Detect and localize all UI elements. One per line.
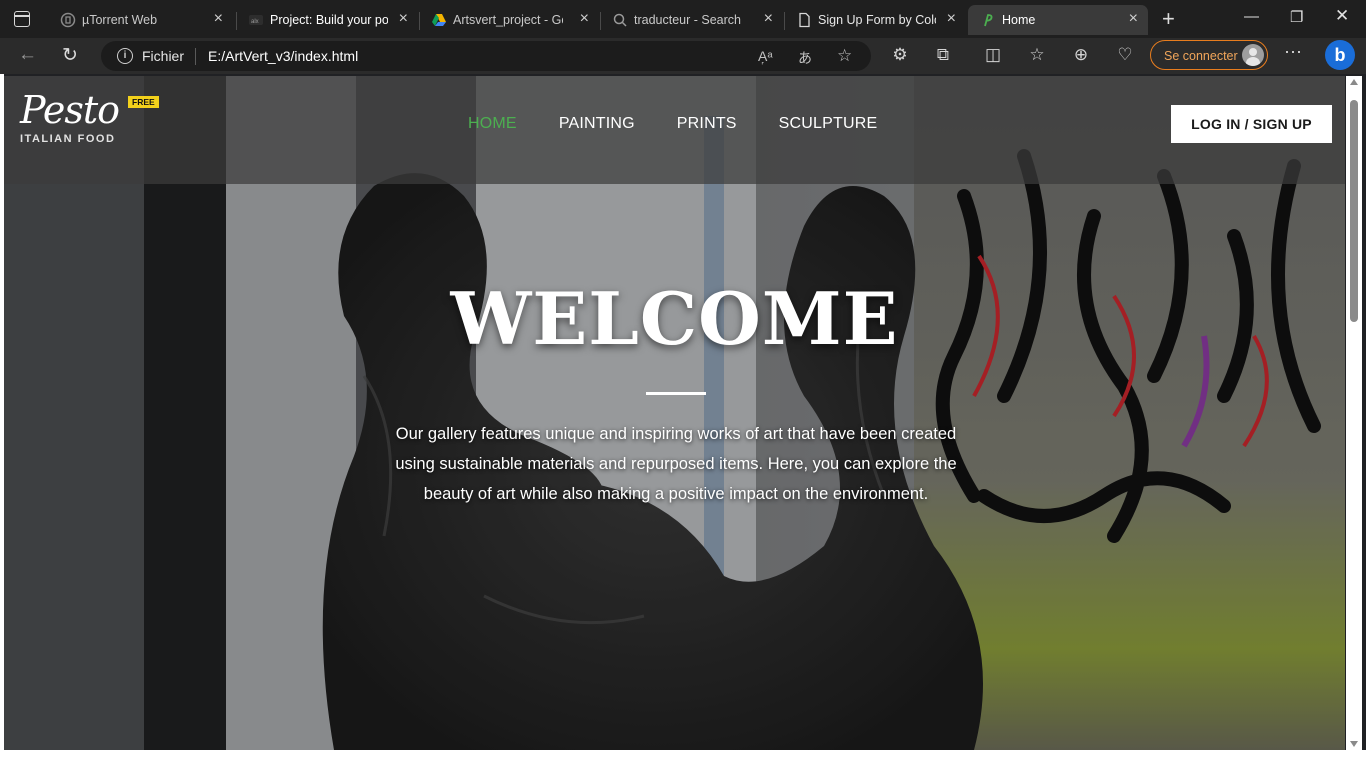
close-tab-icon[interactable]: × xyxy=(947,10,956,28)
url-text[interactable]: E:/ArtVert_v3/index.html xyxy=(208,48,358,64)
scrollbar-thumb[interactable] xyxy=(1350,100,1358,322)
window-bottom-edge xyxy=(0,750,1366,768)
hero-title: WELCOME xyxy=(450,276,899,361)
sign-in-button[interactable]: Se connecter xyxy=(1150,40,1268,70)
more-options-icon[interactable]: ⋯ xyxy=(1282,42,1304,63)
translate-icon[interactable]: あ xyxy=(798,48,812,68)
free-badge: FREE xyxy=(128,96,159,108)
sign-in-label: Se connecter xyxy=(1164,49,1238,63)
utorrent-icon xyxy=(60,12,76,28)
close-tab-icon[interactable]: × xyxy=(399,10,408,28)
extensions-icon[interactable]: ⧉ xyxy=(932,45,954,65)
back-icon[interactable]: ← xyxy=(18,44,37,66)
tab-title: Home xyxy=(1002,13,1036,27)
logo-subtitle: ITALIAN FOOD xyxy=(20,133,116,145)
tab-title: µTorrent Web xyxy=(82,13,158,27)
nav-painting[interactable]: PAINTING xyxy=(559,115,635,133)
tab-title: Project: Build your portfolio xyxy=(270,13,388,27)
nav-home[interactable]: HOME xyxy=(468,115,517,133)
address-bar[interactable]: i Fichier E:/ArtVert_v3/index.html A᷊ᵃ あ… xyxy=(101,41,871,71)
tab-project[interactable]: alx Project: Build your portfolio × xyxy=(236,5,418,35)
tab-home[interactable]: Home × xyxy=(968,5,1148,35)
page-icon xyxy=(799,12,810,28)
favorites-icon[interactable]: ☆ xyxy=(1026,45,1048,65)
address-divider xyxy=(195,48,196,65)
close-tab-icon[interactable]: × xyxy=(764,10,773,28)
hero-divider xyxy=(646,392,706,395)
svg-text:alx: alx xyxy=(251,19,259,25)
main-nav: HOME PAINTING PRINTS SCULPTURE xyxy=(468,115,877,133)
info-icon[interactable]: i xyxy=(117,48,133,64)
refresh-icon[interactable]: ↻ xyxy=(62,44,78,67)
site-logo[interactable]: Pesto ITALIAN FOOD xyxy=(20,88,120,145)
logo-name: Pesto xyxy=(20,88,120,132)
close-window-icon[interactable]: ✕ xyxy=(1335,6,1349,26)
project-icon: alx xyxy=(249,15,263,25)
nav-sculpture[interactable]: SCULPTURE xyxy=(779,115,878,133)
browser-essentials-icon[interactable]: ♡ xyxy=(1114,45,1136,65)
bing-copilot-icon[interactable]: b xyxy=(1325,40,1355,70)
google-drive-icon xyxy=(432,14,446,26)
page-viewport: Pesto ITALIAN FOOD FREE HOME PAINTING PR… xyxy=(4,76,1345,750)
tab-utorrent[interactable]: µTorrent Web × xyxy=(48,5,233,35)
read-aloud-icon[interactable]: A᷊ᵃ xyxy=(758,48,773,64)
minimize-icon[interactable]: — xyxy=(1244,8,1259,25)
close-tab-icon[interactable]: × xyxy=(1129,10,1138,28)
tab-google-drive[interactable]: Artsvert_project - Google Drive × xyxy=(419,5,599,35)
login-signup-button[interactable]: LOG IN / SIGN UP xyxy=(1171,105,1332,143)
scroll-down-arrow-icon[interactable] xyxy=(1350,741,1358,747)
browser-toolbar: ← ↻ i Fichier E:/ArtVert_v3/index.html A… xyxy=(0,38,1366,74)
close-tab-icon[interactable]: × xyxy=(214,10,223,28)
workspaces-icon[interactable] xyxy=(14,11,30,27)
search-page-icon xyxy=(613,13,627,27)
split-screen-icon[interactable]: ◫ xyxy=(982,45,1004,65)
protocol-label: Fichier xyxy=(142,48,185,64)
pesto-icon xyxy=(984,14,993,27)
tab-title: traducteur - Search xyxy=(634,13,741,27)
scroll-up-arrow-icon[interactable] xyxy=(1350,79,1358,85)
site-header: Pesto ITALIAN FOOD FREE HOME PAINTING PR… xyxy=(4,76,1345,184)
tab-title: Artsvert_project - Google Drive xyxy=(453,13,563,27)
page-scrollbar[interactable] xyxy=(1346,76,1362,750)
tab-strip: µTorrent Web × alx Project: Build your p… xyxy=(0,0,1366,38)
nav-prints[interactable]: PRINTS xyxy=(677,115,737,133)
restore-icon[interactable]: ❐ xyxy=(1290,8,1303,26)
tab-signup-form[interactable]: Sign Up Form by Colorlib × xyxy=(784,5,966,35)
close-tab-icon[interactable]: × xyxy=(580,10,589,28)
hero-description: Our gallery features unique and inspirin… xyxy=(395,425,957,503)
new-tab-icon[interactable]: + xyxy=(1162,8,1175,30)
extension-gear-icon[interactable]: ⚙ xyxy=(889,45,911,65)
tab-title: Sign Up Form by Colorlib xyxy=(818,13,936,27)
collections-icon[interactable]: ⊕ xyxy=(1070,45,1092,65)
favorite-star-icon[interactable]: ☆ xyxy=(837,46,852,66)
profile-avatar-icon xyxy=(1242,44,1264,66)
tab-traducteur[interactable]: traducteur - Search × xyxy=(600,5,783,35)
